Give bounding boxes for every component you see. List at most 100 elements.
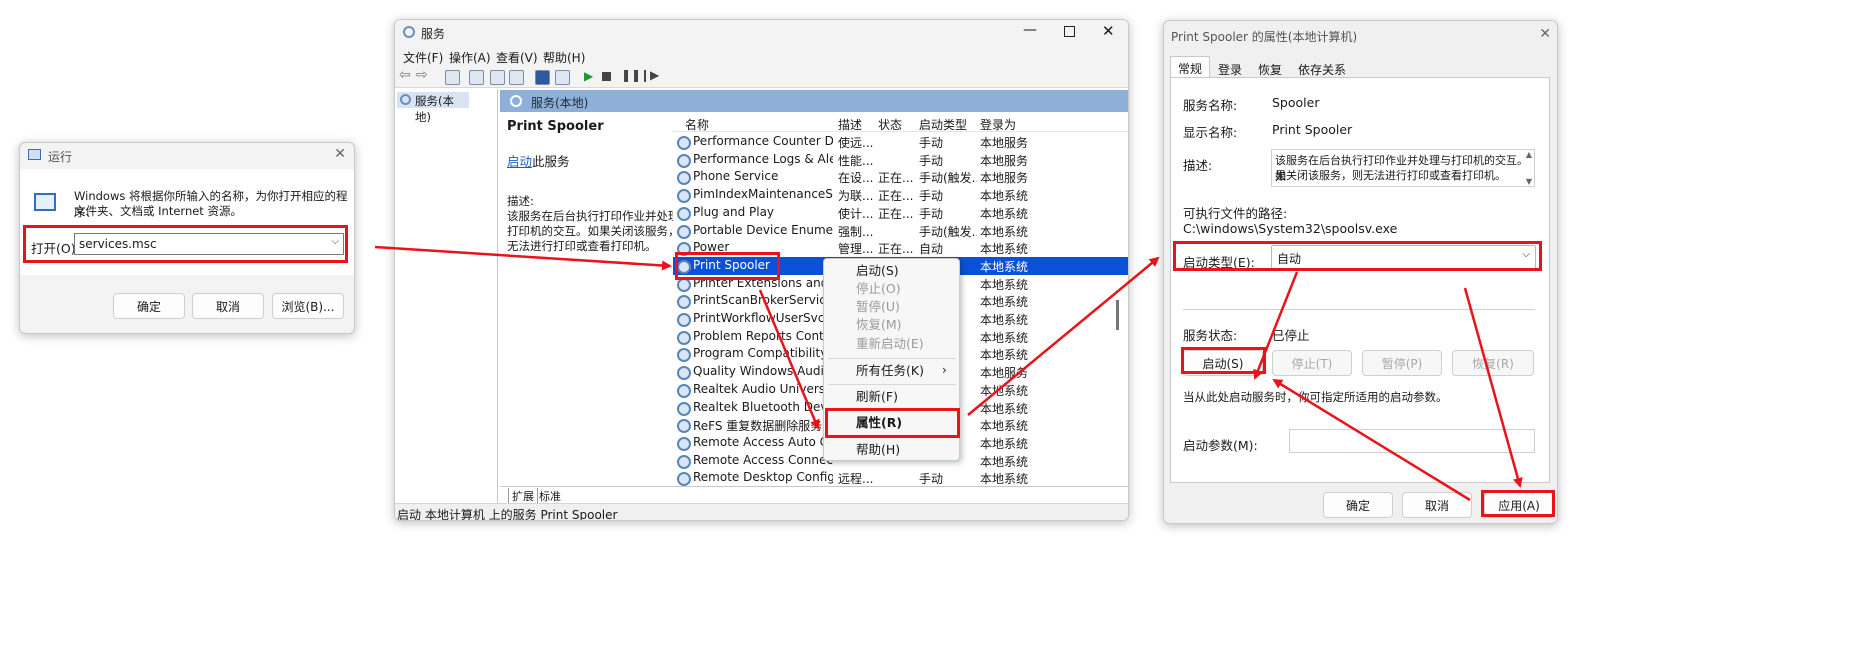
start-params-input[interactable] (1289, 429, 1535, 453)
tree-item-label: 服务(本地) (415, 94, 454, 124)
run-browse-button[interactable]: 浏览(B)... (272, 293, 344, 319)
gear-icon (677, 153, 691, 168)
col-name[interactable]: 名称 (685, 116, 709, 133)
table-row[interactable]: Remote Desktop Configu... 远程... 手动 本地系统 (673, 469, 1128, 487)
cell-name: Realtek Audio Universal ... (693, 381, 833, 396)
refresh-icon[interactable] (490, 70, 505, 85)
pause-icon[interactable]: ❚❚ (621, 68, 641, 82)
table-row[interactable]: Phone Service 在设... 正在... 手动(触发... 本地服务 (673, 168, 1128, 186)
cell-name: Plug and Play (693, 204, 775, 219)
cell-logon: 本地服务 (980, 153, 1029, 168)
props-tab-logon[interactable]: 登录 (1218, 61, 1242, 78)
cell-desc: 管理... (838, 242, 874, 257)
cell-startup: 手动 (919, 136, 944, 150)
run-ok-button[interactable]: 确定 (113, 293, 185, 319)
close-icon[interactable]: ✕ (1102, 22, 1115, 40)
menu-separator (828, 384, 956, 385)
forward-arrow-icon[interactable]: ⇨ (416, 67, 428, 83)
action-pane-icon[interactable] (555, 70, 570, 85)
back-arrow-icon[interactable]: ⇦ (399, 67, 411, 83)
col-logon[interactable]: 登录为 (980, 116, 1016, 133)
close-icon[interactable]: ✕ (1539, 26, 1551, 42)
props-tab-general[interactable]: 常规 (1170, 56, 1210, 78)
cell-logon: 本地系统 (980, 206, 1029, 221)
props-stop-button: 停止(T) (1272, 350, 1352, 376)
menu-help[interactable]: 帮助(H) (824, 439, 984, 461)
gear-icon (677, 401, 691, 416)
cell-name: Phone Service (693, 169, 779, 184)
properties-icon[interactable] (469, 70, 484, 85)
cell-logon: 本地系统 (980, 189, 1029, 204)
close-icon[interactable]: ✕ (334, 146, 346, 162)
play-icon[interactable]: ▶ (584, 69, 593, 83)
detail-start-line: 启动此服务 (507, 151, 570, 170)
cell-name: Performance Counter DL... (693, 134, 833, 148)
menu-action[interactable]: 操作(A) (449, 49, 491, 66)
cell-startup: 手动(触发... (919, 171, 977, 186)
gear-icon (677, 348, 691, 363)
cell-name: PrintScanBrokerService (693, 293, 833, 308)
cell-logon: 本地系统 (980, 348, 1029, 363)
cell-name: ReFS 重复数据删除服务 (693, 419, 823, 434)
props-titlebar: Print Spooler 的属性(本地计算机) ✕ (1164, 21, 1557, 49)
gear-icon (677, 171, 691, 186)
gear-icon (403, 26, 415, 38)
cell-logon: 本地服务 (980, 366, 1029, 381)
stop-icon[interactable] (602, 72, 611, 81)
restart-icon[interactable]: ❙▶ (640, 68, 659, 82)
cell-logon: 本地系统 (980, 295, 1029, 310)
table-row[interactable]: Portable Device Enumera... 强制... 手动(触发...本… (673, 222, 1128, 240)
menu-all-tasks[interactable]: 所有任务(K) (824, 360, 984, 382)
cell-startup: 手动 (919, 206, 944, 221)
console-tree-icon[interactable] (445, 70, 460, 85)
scroll-up-icon[interactable]: ▲ (1526, 150, 1532, 159)
scroll-down-icon[interactable]: ▼ (1526, 177, 1532, 186)
maximize-icon[interactable] (1064, 26, 1075, 37)
col-desc[interactable]: 描述 (838, 116, 862, 133)
cell-logon: 本地服务 (980, 136, 1029, 150)
cell-logon: 本地服务 (980, 171, 1029, 186)
cell-startup: 手动 (919, 153, 944, 168)
props-ok-button[interactable]: 确定 (1323, 492, 1393, 518)
gear-icon (677, 436, 691, 451)
table-row[interactable]: Performance Logs & Aler... 性能... 手动 本地服务 (673, 151, 1128, 169)
props-desc-box: 该服务在后台执行打印作业并处理与打印机的交互。如 果关闭该服务，则无法进行打印或… (1271, 149, 1535, 187)
path-value: C:\windows\System32\spoolsv.exe (1183, 221, 1398, 236)
start-params-hint: 当从此处启动服务时，你可指定所适用的启动参数。 (1183, 390, 1448, 404)
cell-startup: 手动 (919, 472, 944, 487)
props-tab-dependencies[interactable]: 依存关系 (1298, 61, 1346, 78)
menu-file[interactable]: 文件(F) (403, 49, 443, 66)
menu-help[interactable]: 帮助(H) (543, 49, 585, 66)
service-status-value: 已停止 (1272, 328, 1310, 343)
detail-desc-label: 描述: (507, 194, 534, 208)
run-title: 运行 (48, 150, 73, 164)
start-service-link[interactable]: 启动 (507, 154, 532, 169)
export-icon[interactable] (509, 70, 524, 85)
col-status[interactable]: 状态 (878, 116, 902, 133)
cell-name: Program Compatibility A... (693, 346, 833, 361)
list-scrollbar[interactable] (1116, 300, 1119, 330)
props-tab-recovery[interactable]: 恢复 (1258, 61, 1282, 78)
highlight-properties (825, 408, 960, 438)
menu-view[interactable]: 查看(V) (496, 49, 538, 66)
table-row[interactable]: Performance Counter DL... 使远... 手动 本地服务 (673, 133, 1128, 151)
run-cancel-button[interactable]: 取消 (192, 293, 264, 319)
menu-refresh[interactable]: 刷新(F) (824, 386, 984, 408)
run-description-2: 文件夹、文档或 Internet 资源。 (74, 204, 242, 218)
table-row[interactable]: Plug and Play 使计... 正在... 手动 本地系统 (673, 204, 1128, 222)
props-cancel-button[interactable]: 取消 (1402, 492, 1472, 518)
tab-standard[interactable]: 标准 (536, 488, 564, 504)
col-startup[interactable]: 启动类型 (919, 116, 967, 133)
gear-icon (677, 419, 691, 434)
cell-name: Remote Access Connecti... (693, 452, 833, 467)
minimize-icon[interactable]: — (1023, 22, 1037, 38)
run-app-icon (28, 149, 41, 160)
properties-dialog: Print Spooler 的属性(本地计算机) ✕ 常规 登录 恢复 依存关系… (1163, 20, 1558, 524)
tree-pane: 服务(本地) (395, 89, 498, 507)
cell-desc: 使计... (838, 206, 874, 221)
detail-desc-3: 无法进行打印或查看打印机。 (507, 239, 657, 253)
help-icon[interactable] (535, 70, 550, 85)
table-row[interactable]: PimIndexMaintenanceSvc... 为联... 正在... 手动 本地系… (673, 186, 1128, 204)
tree-item-local-services[interactable]: 服务(本地) (397, 92, 469, 124)
cell-name: Realtek Bluetooth Device... (693, 399, 833, 414)
